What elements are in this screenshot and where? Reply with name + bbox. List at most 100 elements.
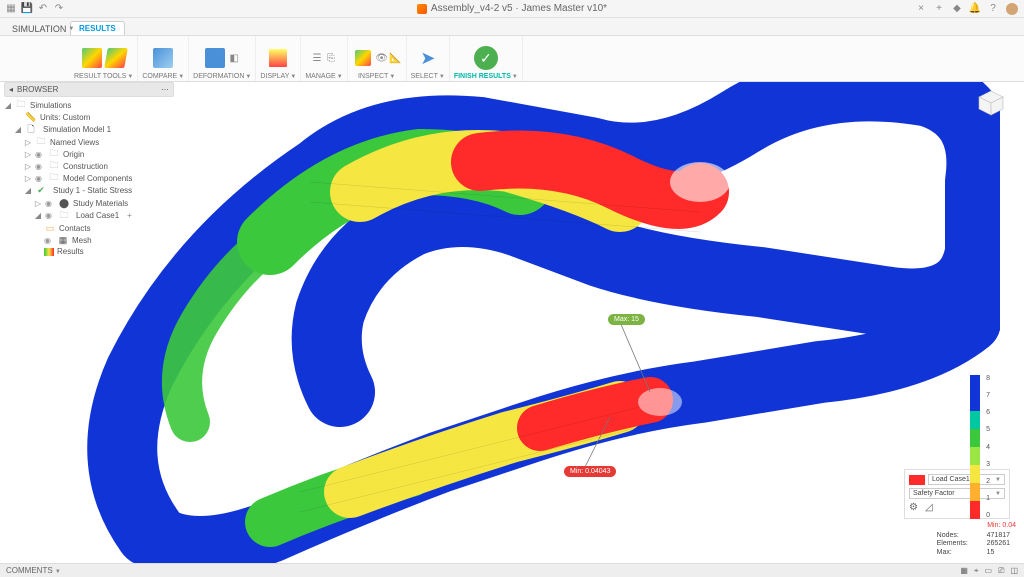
tree-root[interactable]: ◢🗀Simulations (4, 99, 174, 111)
redo-icon[interactable]: ↷ (54, 4, 64, 14)
stats-max-label: Max: (937, 549, 977, 557)
tree-label: Study Materials (73, 199, 128, 208)
browser-title: BROWSER (17, 85, 58, 94)
legend-loadcase-swatch (909, 475, 925, 485)
title-bar: ▦ 💾 ↶ ↷ Assembly_v4-2 v5 · James Master … (0, 0, 1024, 18)
stats-max-value: 15 (987, 549, 995, 557)
close-tab-icon[interactable]: × (916, 4, 926, 14)
tree-named-views[interactable]: ▷🗀Named Views (4, 136, 174, 148)
deformation-icon[interactable] (204, 47, 226, 69)
ribbon-label-deformation: DEFORMATION (193, 73, 244, 80)
ribbon-label-result-tools: RESULT TOOLS (74, 73, 126, 80)
tree-label: Construction (63, 162, 108, 171)
tree-label: Units: Custom (40, 113, 90, 122)
legend-tick: 5 (986, 426, 990, 433)
comments-toggle[interactable]: COMMENTS ▼ (6, 566, 61, 575)
finish-results-icon[interactable]: ✓ (474, 46, 498, 70)
tree-label: Load Case1 (73, 210, 122, 221)
display-icon[interactable] (267, 47, 289, 69)
legend-tick: 6 (986, 409, 990, 416)
user-avatar[interactable] (1006, 3, 1018, 15)
legend-tick: 7 (986, 392, 990, 399)
result-tools-icon[interactable] (81, 47, 103, 69)
ribbon-label-display: DISPLAY (260, 73, 289, 80)
stats-nodes-value: 471817 (987, 532, 1010, 540)
tree-label: Simulation Model 1 (40, 124, 114, 135)
app-icon (417, 4, 427, 14)
tree-materials[interactable]: ▷◉⬤Study Materials (4, 197, 174, 209)
bb-snap-icon[interactable]: ⌖ (974, 566, 979, 576)
tree-origin[interactable]: ▷◉🗀Origin (4, 148, 174, 160)
stats-elements-value: 265261 (987, 540, 1010, 548)
legend-loadcase-select[interactable]: Load Case1▼ (928, 474, 1005, 485)
inspect-icon-2[interactable]: 👁 (376, 52, 388, 64)
notifications-icon[interactable]: 🔔 (970, 4, 980, 14)
ribbon-label-finish: FINISH RESULTS (454, 73, 511, 80)
legend-metric-select[interactable]: Safety Factor▼ (909, 488, 1005, 499)
tree-label: Mesh (72, 236, 92, 245)
legend-chart-icon[interactable]: ◿ (925, 502, 937, 514)
inspect-icon-3[interactable]: 📐 (390, 52, 402, 64)
extensions-icon[interactable]: ◆ (952, 4, 962, 14)
ribbon-toolbar: RESULT TOOLS▼ COMPARE▼ ◧ DEFORMATION▼ DI… (0, 36, 1024, 82)
compare-icon[interactable] (152, 47, 174, 69)
bottom-bar: COMMENTS ▼ ▦ ⌖ ▭ ⎚ ◫ (0, 563, 1024, 577)
tree-study[interactable]: ◢✔Study 1 - Static Stress (4, 184, 174, 197)
bb-grid-icon[interactable]: ▦ (960, 566, 968, 576)
manage-icon-2[interactable]: ⎘ (325, 52, 337, 64)
ribbon-group-manage: ☰ ⎘ MANAGE▼ (301, 36, 347, 81)
ribbon-label-select: SELECT (411, 73, 438, 80)
browser-header[interactable]: ◂ BROWSER ⋯ (4, 82, 174, 97)
add-tab-icon[interactable]: + (934, 4, 944, 14)
collapse-icon[interactable]: ◂ (9, 85, 13, 94)
ribbon-label-compare: COMPARE (142, 73, 177, 80)
bb-view-icon[interactable]: ▭ (984, 566, 992, 576)
legend-colorbar (970, 375, 980, 519)
tree-construction[interactable]: ▷◉🗀Construction (4, 160, 174, 172)
callout-min: Min: 0.04043 (564, 466, 616, 477)
manage-icon-1[interactable]: ☰ (311, 52, 323, 64)
ribbon-group-display: DISPLAY▼ (256, 36, 301, 81)
browser-options-icon[interactable]: ⋯ (161, 85, 169, 94)
legend-panel: Load Case1▼ Safety Factor▼ ⚙ ◿ (904, 469, 1010, 519)
document-title: Assembly_v4-2 v5 · James Master v10* (431, 3, 607, 14)
save-icon[interactable]: 💾 (22, 4, 32, 14)
help-icon[interactable]: ? (988, 4, 998, 14)
tree-label: Results (57, 247, 84, 256)
ribbon-label-inspect: INSPECT (358, 73, 388, 80)
tree-mesh[interactable]: ◉▦Mesh (4, 234, 174, 246)
workspace-label: SIMULATION (12, 24, 66, 34)
tree-results[interactable]: Results (4, 246, 174, 257)
workspace-switcher[interactable]: SIMULATION ▼ (8, 22, 78, 36)
bb-display-icon[interactable]: ⎚ (998, 566, 1004, 576)
bb-layout-icon[interactable]: ◫ (1010, 566, 1018, 576)
mesh-stats: Nodes:471817 Elements:265261 Max:15 (937, 532, 1010, 557)
ribbon-group-select: ➤ SELECT▼ (407, 36, 450, 81)
menu-grid-icon[interactable]: ▦ (6, 4, 16, 14)
tree-contacts[interactable]: ▭Contacts (4, 222, 174, 234)
deformation-small-icon[interactable]: ◧ (228, 52, 240, 64)
tree-model[interactable]: ◢🗋Simulation Model 1 (4, 123, 174, 136)
inspect-icon[interactable] (352, 47, 374, 69)
legend-settings-icon[interactable]: ⚙ (909, 502, 921, 514)
legend-tick: 3 (986, 461, 990, 468)
view-cube[interactable] (976, 88, 1006, 118)
stats-nodes-label: Nodes: (937, 532, 977, 540)
tree-label: Study 1 - Static Stress (50, 185, 135, 196)
legend-metric-label: Safety Factor (913, 490, 955, 497)
legend-ticks: 8 7 6 5 4 3 2 1 0 (986, 375, 990, 519)
workspace-tabs: SIMULATION ▼ RESULTS (0, 18, 1024, 36)
tree-label: Origin (63, 150, 84, 159)
browser-tree: ◢🗀Simulations 📏Units: Custom ◢🗋Simulatio… (4, 97, 174, 259)
tree-components[interactable]: ▷◉🗀Model Components (4, 172, 174, 184)
select-icon[interactable]: ➤ (417, 47, 439, 69)
result-tools-icon-2[interactable] (105, 47, 127, 69)
ribbon-group-result-tools: RESULT TOOLS▼ (70, 36, 138, 81)
callout-max: Max: 15 (608, 314, 645, 325)
tree-label: Model Components (63, 174, 132, 183)
undo-icon[interactable]: ↶ (38, 4, 48, 14)
browser-panel: ◂ BROWSER ⋯ ◢🗀Simulations 📏Units: Custom… (4, 82, 174, 259)
tree-loadcase[interactable]: ◢◉🗀Load Case1+ (4, 209, 174, 222)
legend-min-label: Min: 0.04 (987, 522, 1016, 529)
legend-tick: 4 (986, 444, 990, 451)
